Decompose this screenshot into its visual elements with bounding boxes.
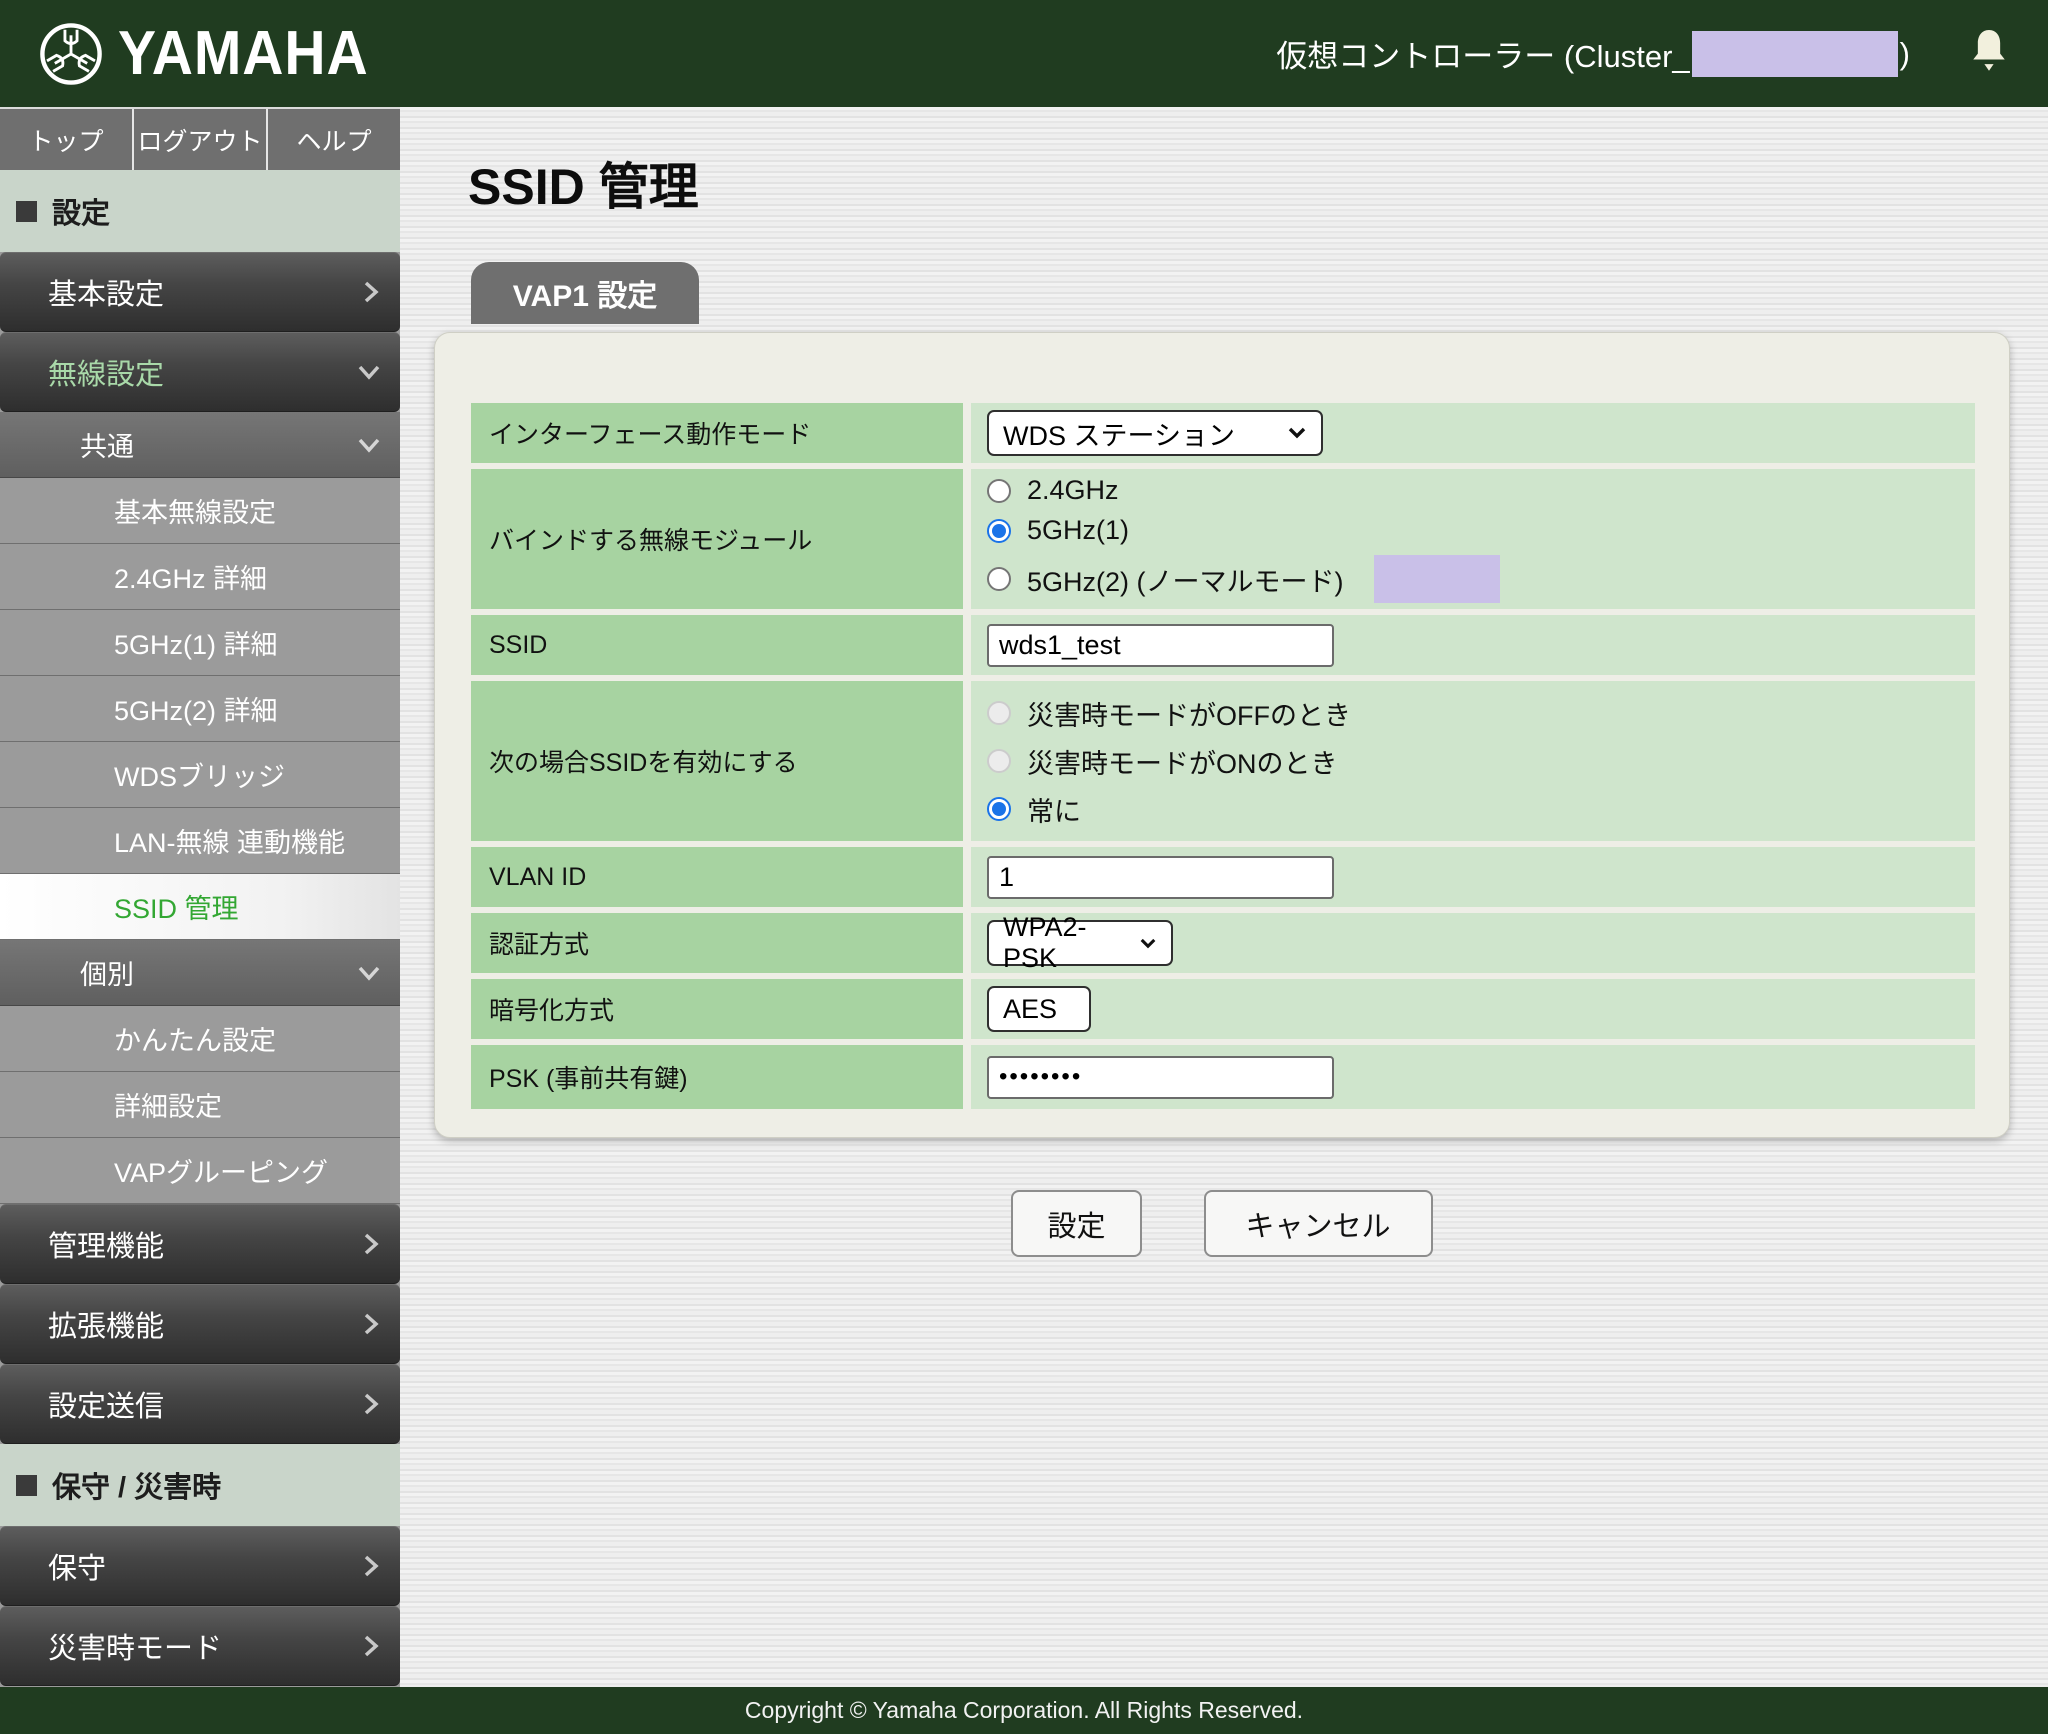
radio-option-disaster-on[interactable]: 災害時モードがONのとき <box>987 742 1338 781</box>
form-row-auth-method: 認証方式 WPA2-PSK <box>471 912 1975 973</box>
sidebar-item-maintenance[interactable]: 保守 <box>0 1526 400 1606</box>
radio-disabled-icon <box>987 749 1011 773</box>
selected-value: WPA2-PSK <box>1003 912 1087 973</box>
chevron-right-icon <box>364 1233 379 1255</box>
radio-option-always[interactable]: 常に <box>987 790 1081 829</box>
sidebar-item-ssid-management[interactable]: SSID 管理 <box>0 874 400 940</box>
yamaha-logo: YAMAHA <box>38 18 390 89</box>
chevron-down-icon <box>358 365 380 380</box>
sidebar-item-lan-wireless-link[interactable]: LAN-無線 連動機能 <box>0 808 400 874</box>
sidebar-item-disaster-mode[interactable]: 災害時モード <box>0 1606 400 1686</box>
sidebar-item-vap-grouping[interactable]: VAPグルーピング <box>0 1138 400 1204</box>
field-label: 暗号化方式 <box>471 979 963 1039</box>
radio-disabled-icon <box>987 701 1011 725</box>
sidebar-item-wireless-settings[interactable]: 無線設定 <box>0 332 400 412</box>
form-row-bind-module: バインドする無線モジュール 2.4GHz 5GHz(1) 5GHz(2) (ノー… <box>471 469 1975 609</box>
chevron-down-icon <box>358 438 380 453</box>
interface-mode-select[interactable]: WDS ステーション <box>987 410 1323 456</box>
chevron-right-icon <box>364 1635 379 1657</box>
nav-top[interactable]: トップ <box>0 109 132 170</box>
vlan-id-input[interactable] <box>987 855 1334 899</box>
radio-checked-icon <box>987 797 1011 821</box>
sidebar-item-basic-wireless[interactable]: 基本無線設定 <box>0 478 400 544</box>
field-label: VLAN ID <box>471 847 963 907</box>
field-label: SSID <box>471 615 963 675</box>
nav-help[interactable]: ヘルプ <box>266 109 400 170</box>
sidebar: 設定 基本設定 無線設定 共通 基本無線設定 2.4GHz 詳細 5GHz(1)… <box>0 170 400 1687</box>
sidebar-item-config-send[interactable]: 設定送信 <box>0 1364 400 1444</box>
field-label: PSK (事前共有鍵) <box>471 1045 963 1109</box>
form-row-interface-mode: インターフェース動作モード WDS ステーション <box>471 403 1975 463</box>
sidebar-item-management[interactable]: 管理機能 <box>0 1204 400 1284</box>
sidebar-item-common[interactable]: 共通 <box>0 412 400 478</box>
nav-logout[interactable]: ログアウト <box>132 109 266 170</box>
form-actions: 設定 キャンセル <box>434 1190 2010 1257</box>
auth-method-select[interactable]: WPA2-PSK <box>987 912 1173 973</box>
redaction-box <box>1373 555 1500 603</box>
sidebar-item-wds-bridge[interactable]: WDSブリッジ <box>0 742 400 808</box>
sidebar-item-individual[interactable]: 個別 <box>0 940 400 1006</box>
field-label: 次の場合SSIDを有効にする <box>471 681 963 841</box>
chevron-down-icon <box>1140 938 1156 948</box>
main-content: SSID 管理 VAP1 設定 インターフェース動作モード WDS ステーション… <box>400 107 2048 1687</box>
bell-icon <box>1973 30 2005 71</box>
form-row-vlan-id: VLAN ID <box>471 847 1975 907</box>
form-row-encryption: 暗号化方式 AES <box>471 979 1975 1039</box>
chevron-right-icon <box>364 1555 379 1577</box>
footer-copyright: Copyright © Yamaha Corporation. All Righ… <box>0 1687 2048 1734</box>
square-bullet-icon <box>16 200 37 222</box>
square-bullet-icon <box>16 1474 37 1496</box>
sidebar-item-24ghz-detail[interactable]: 2.4GHz 詳細 <box>0 544 400 610</box>
radio-checked-icon <box>987 518 1011 543</box>
form-row-psk: PSK (事前共有鍵) <box>471 1045 1975 1109</box>
ssid-input[interactable] <box>987 623 1334 667</box>
radio-option-5ghz2[interactable]: 5GHz(2) (ノーマルモード) <box>987 555 1500 603</box>
sidebar-item-detail-setup[interactable]: 詳細設定 <box>0 1072 400 1138</box>
radio-option-24ghz[interactable]: 2.4GHz <box>987 475 1119 506</box>
chevron-right-icon <box>364 281 379 303</box>
sidebar-section-settings: 設定 <box>0 170 400 252</box>
sidebar-item-easy-setup[interactable]: かんたん設定 <box>0 1006 400 1072</box>
page-title: SSID 管理 <box>468 159 699 215</box>
vap1-settings-panel: インターフェース動作モード WDS ステーション バインドする無線モジュール 2… <box>434 332 2010 1138</box>
sidebar-item-5ghz2-detail[interactable]: 5GHz(2) 詳細 <box>0 676 400 742</box>
field-label: 認証方式 <box>471 913 963 973</box>
cancel-button[interactable]: キャンセル <box>1203 1190 1433 1257</box>
chevron-right-icon <box>364 1393 379 1415</box>
radio-option-5ghz1[interactable]: 5GHz(1) <box>987 515 1129 546</box>
form-row-ssid: SSID <box>471 615 1975 675</box>
encryption-select[interactable]: AES <box>987 986 1091 1032</box>
radio-icon <box>987 567 1011 591</box>
chevron-down-icon <box>1288 427 1306 439</box>
chevron-down-icon <box>358 966 380 981</box>
controller-title: 仮想コントローラー (Cluster_ ) <box>1276 30 1910 77</box>
redaction-box <box>1691 30 1898 77</box>
selected-value: WDS ステーション <box>1003 420 1235 451</box>
yamaha-tuning-fork-icon <box>40 22 102 85</box>
selected-value: AES <box>1003 993 1058 1024</box>
sidebar-item-5ghz1-detail[interactable]: 5GHz(1) 詳細 <box>0 610 400 676</box>
field-label: インターフェース動作モード <box>471 403 963 463</box>
notification-bell-button[interactable] <box>1968 27 2010 80</box>
chevron-right-icon <box>364 1313 379 1335</box>
settings-table: インターフェース動作モード WDS ステーション バインドする無線モジュール 2… <box>471 403 1975 1109</box>
top-nav: トップ ログアウト ヘルプ <box>0 107 400 170</box>
brand-wordmark: YAMAHA <box>118 19 369 88</box>
radio-option-disaster-off[interactable]: 災害時モードがOFFのとき <box>987 694 1351 733</box>
sidebar-section-maintenance: 保守 / 災害時 <box>0 1444 400 1526</box>
app-header: YAMAHA 仮想コントローラー (Cluster_ ) <box>0 0 2048 107</box>
psk-input[interactable] <box>987 1055 1334 1099</box>
radio-icon <box>987 478 1011 503</box>
controller-suffix: ) <box>1899 35 1910 71</box>
controller-label: 仮想コントローラー (Cluster_ <box>1276 39 1690 74</box>
sidebar-item-basic-settings[interactable]: 基本設定 <box>0 252 400 332</box>
sidebar-item-extended[interactable]: 拡張機能 <box>0 1284 400 1364</box>
form-row-ssid-enable-condition: 次の場合SSIDを有効にする 災害時モードがOFFのとき 災害時モードがONのと… <box>471 681 1975 841</box>
submit-button[interactable]: 設定 <box>1011 1190 1142 1257</box>
tab-vap1[interactable]: VAP1 設定 <box>471 262 699 324</box>
field-label: バインドする無線モジュール <box>471 469 963 609</box>
